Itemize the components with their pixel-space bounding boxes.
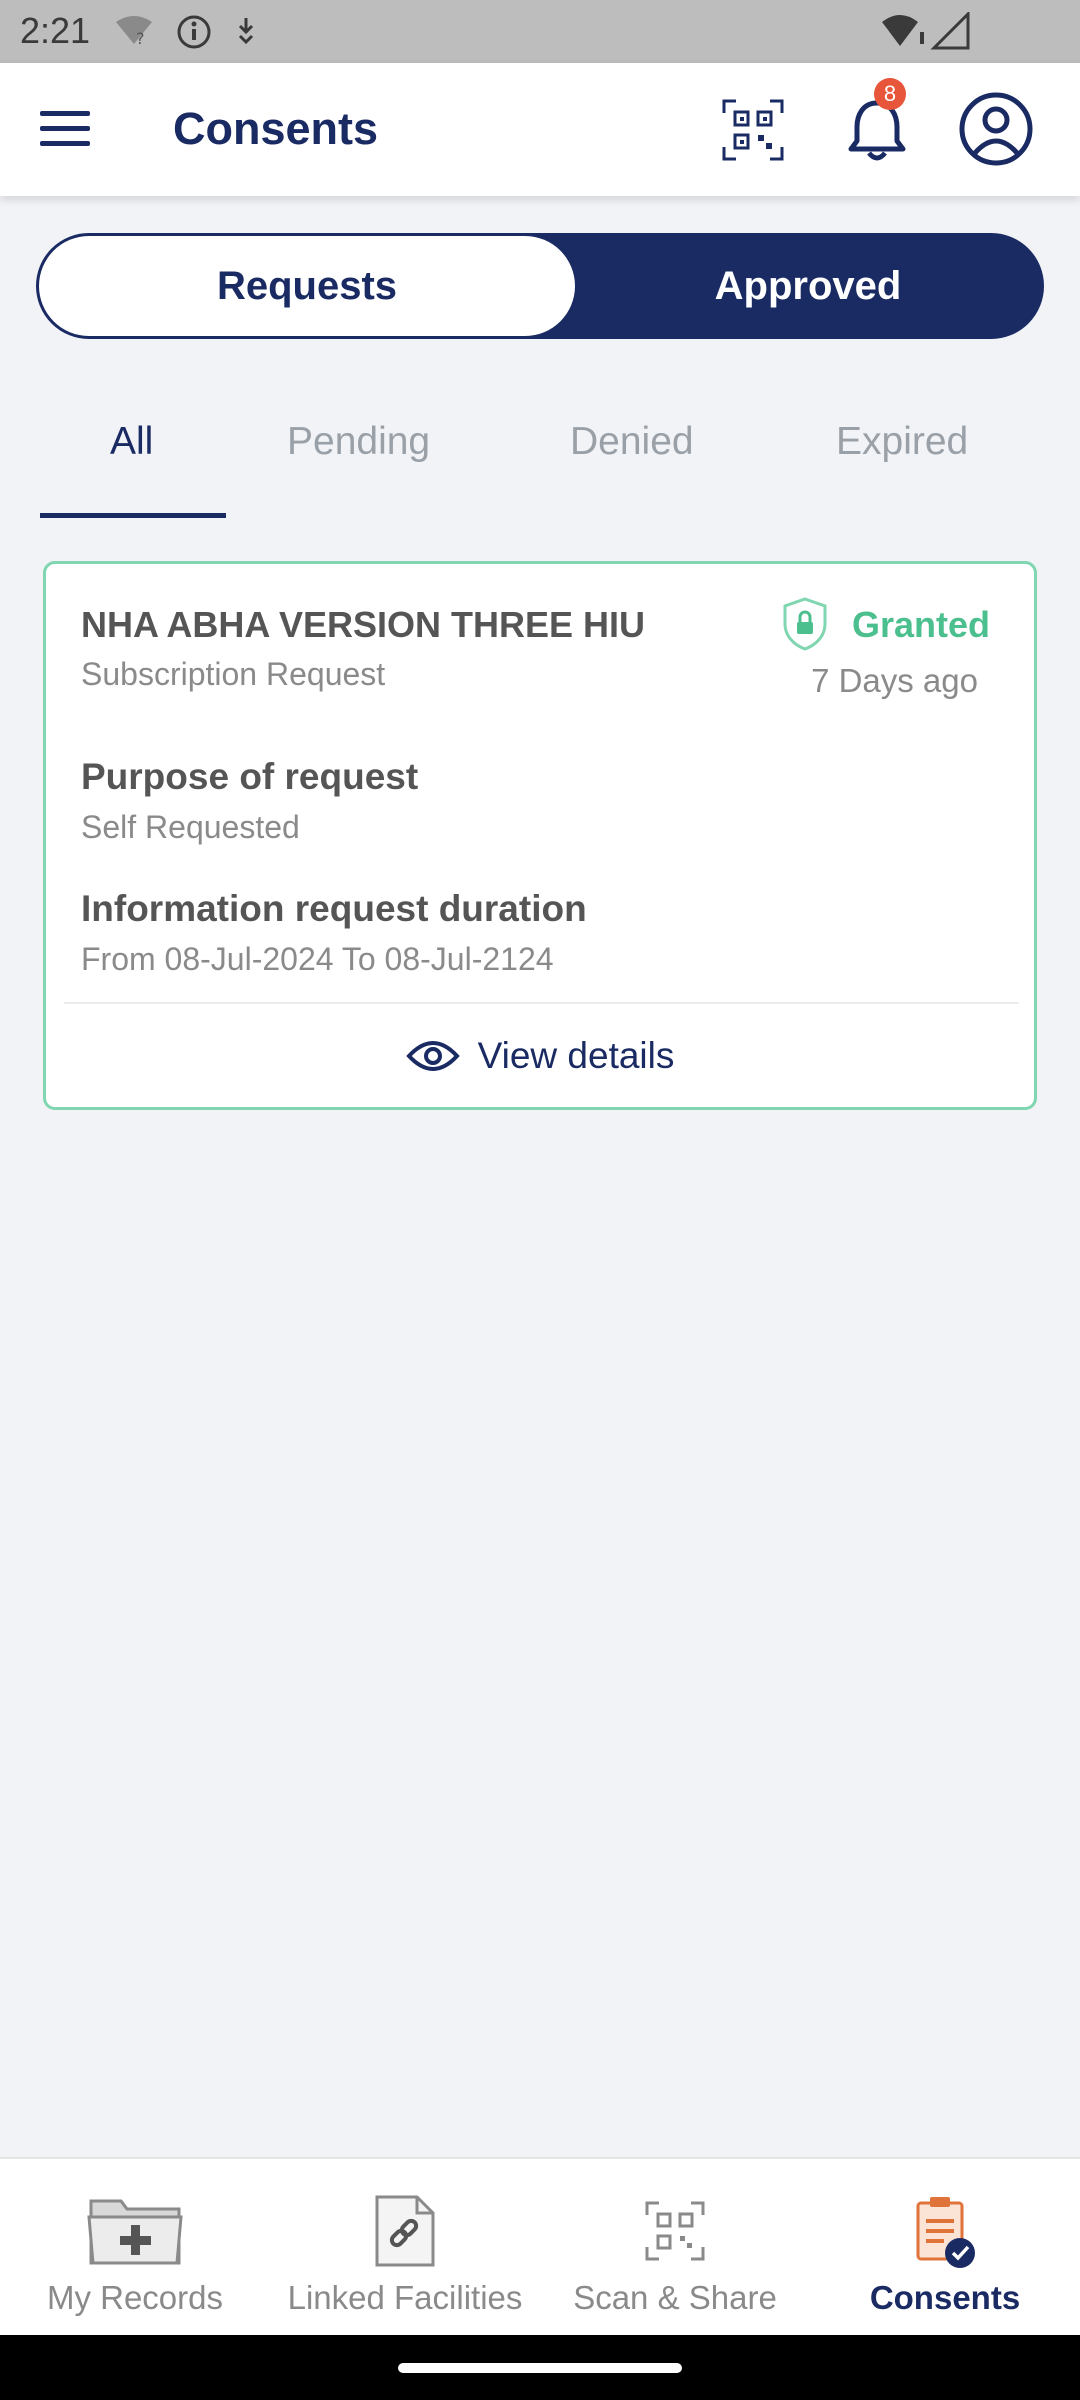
nav-my-records[interactable]: My Records — [0, 2159, 270, 2337]
consent-type-toggle: Requests Approved — [36, 233, 1044, 339]
status-filter-tabs: All Pending Denied Expired — [0, 400, 1080, 522]
qr-scan-icon — [645, 2201, 705, 2261]
purpose-label: Purpose of request — [81, 756, 419, 797]
request-type: Subscription Request — [81, 656, 386, 692]
view-details-button[interactable]: View details — [46, 1004, 1034, 1108]
status-badge: Granted — [852, 604, 991, 645]
qr-code-icon[interactable] — [722, 99, 784, 161]
eye-icon — [405, 1041, 460, 1071]
home-gesture-handle[interactable] — [398, 2363, 682, 2373]
duration-value: From 08-Jul-2024 To 08-Jul-2124 — [81, 941, 554, 977]
requests-segment[interactable]: Requests — [39, 236, 575, 336]
page-title: Consents — [173, 103, 379, 154]
nav-consents[interactable]: Consents — [810, 2159, 1080, 2337]
signal-wifi-icons — [882, 12, 970, 50]
nav-label-linked-facilities: Linked Facilities — [287, 2279, 523, 2316]
profile-icon[interactable] — [958, 91, 1034, 167]
nav-label-my-records: My Records — [46, 2279, 224, 2316]
notification-count-badge: 8 — [874, 78, 906, 110]
consent-card[interactable]: NHA ABHA VERSION THREE HIU Subscription … — [43, 561, 1037, 1110]
time-ago: 7 Days ago — [811, 662, 978, 699]
nav-label-scan-share: Scan & Share — [573, 2279, 777, 2316]
folder-plus-icon — [87, 2199, 183, 2265]
tab-denied[interactable]: Denied — [570, 420, 694, 464]
tab-pending[interactable]: Pending — [287, 420, 430, 464]
requester-name: NHA ABHA VERSION THREE HIU — [81, 604, 646, 645]
approved-segment[interactable]: Approved — [575, 236, 1041, 336]
tab-all[interactable]: All — [110, 420, 153, 464]
view-details-label: View details — [477, 1035, 675, 1076]
nav-scan-share[interactable]: Scan & Share — [540, 2159, 810, 2337]
shield-lock-icon — [783, 597, 827, 651]
status-bar: 2:21 ? — [0, 0, 1080, 63]
tab-expired[interactable]: Expired — [836, 420, 968, 464]
nav-label-consents: Consents — [869, 2279, 1021, 2316]
app-header: Consents 8 — [0, 63, 1080, 196]
duration-label: Information request duration — [81, 888, 587, 929]
consent-document-icon — [916, 2197, 975, 2268]
status-notification-icons: ? — [116, 15, 254, 49]
linked-document-icon — [375, 2195, 435, 2267]
status-time: 2:21 — [20, 10, 91, 51]
active-tab-indicator — [40, 513, 226, 518]
purpose-value: Self Requested — [81, 809, 300, 845]
bottom-navigation: My Records Linked Facilities Scan & Shar… — [0, 2157, 1080, 2337]
menu-icon[interactable] — [36, 107, 96, 151]
system-navigation-bar — [0, 2335, 1080, 2400]
nav-linked-facilities[interactable]: Linked Facilities — [270, 2159, 540, 2337]
svg-text:?: ? — [136, 29, 145, 48]
